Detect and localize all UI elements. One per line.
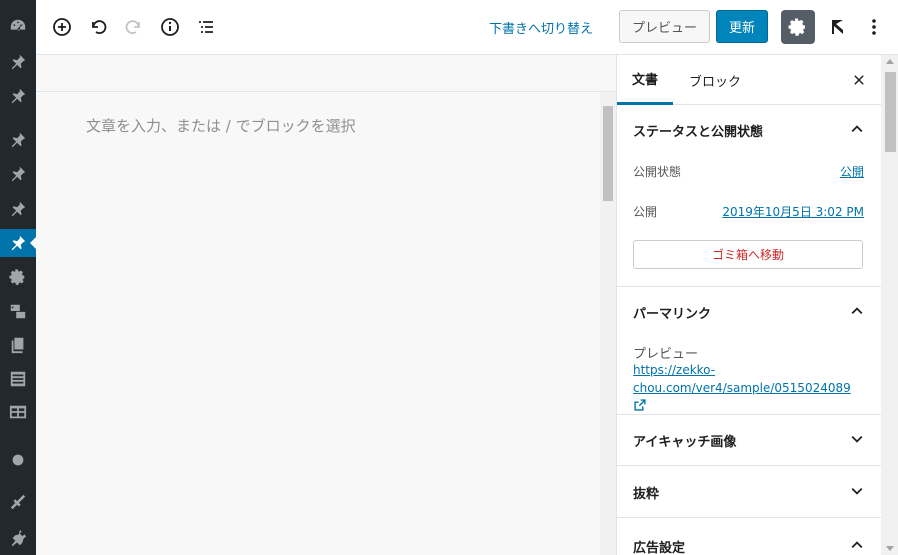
update-button[interactable]: 更新 — [716, 10, 768, 43]
permalink-url-link[interactable]: https://zekko-chou.com/ver4/sample/05150… — [633, 361, 863, 415]
divider — [617, 465, 881, 466]
publish-label: 公開 — [633, 205, 658, 219]
pin-icon[interactable] — [0, 195, 36, 223]
panel-title: 抜粋 — [633, 487, 660, 502]
panel-title: 広告設定 — [633, 541, 686, 555]
permalink-preview-label: プレビュー — [633, 347, 699, 362]
move-to-trash-button[interactable]: ゴミ箱へ移動 — [633, 240, 863, 269]
divider — [617, 517, 881, 518]
visibility-link[interactable]: 公開 — [840, 163, 864, 180]
pin-icon[interactable] — [0, 229, 36, 257]
divider — [617, 414, 881, 415]
tab-document[interactable]: 文書 — [617, 55, 673, 105]
sidebar-tabs: 文書 ブロック — [617, 55, 881, 105]
settings-sidebar: 文書 ブロック ステータスと公開状態 公開状態 公開 公開 2019年10月5日… — [616, 55, 898, 555]
pin-icon[interactable] — [0, 160, 36, 188]
media-icon[interactable] — [0, 297, 36, 325]
chevron-up-icon — [851, 125, 863, 133]
plugin-sidebar-icon[interactable] — [826, 15, 850, 39]
pin-icon[interactable] — [0, 126, 36, 154]
publish-date-link[interactable]: 2019年10月5日 3:02 PM — [722, 203, 864, 220]
panel-title: パーマリンク — [633, 307, 712, 322]
editor-toolbar: 下書きへ切り替え プレビュー 更新 — [36, 0, 898, 55]
sidebar-scrollbar[interactable] — [881, 55, 898, 555]
list-icon[interactable] — [0, 365, 36, 393]
switch-to-draft-link[interactable]: 下書きへ切り替え — [489, 18, 593, 37]
tools-icon[interactable] — [0, 488, 36, 516]
editor-canvas: 文章を入力、または / でブロックを選択 — [36, 55, 616, 555]
scrollbar-thumb[interactable] — [885, 72, 896, 152]
external-link-icon — [634, 399, 646, 411]
gear-icon[interactable] — [0, 263, 36, 291]
panel-featured-image-header[interactable]: アイキャッチ画像 — [633, 431, 865, 451]
scroll-down-icon[interactable] — [886, 546, 894, 551]
pages-icon[interactable] — [0, 331, 36, 359]
admin-menu — [0, 0, 36, 555]
scrollbar-thumb[interactable] — [603, 106, 613, 201]
editor-scrollbar[interactable] — [600, 92, 616, 555]
chevron-down-icon — [851, 435, 863, 443]
add-block-icon[interactable] — [50, 15, 74, 39]
panel-ad-settings-header[interactable]: 広告設定 — [633, 537, 865, 555]
panel-status-header[interactable]: ステータスと公開状態 — [633, 121, 865, 141]
permalink-url: https://zekko-chou.com/ver4/sample/05150… — [633, 363, 851, 395]
close-icon[interactable] — [849, 70, 869, 90]
info-icon[interactable] — [158, 15, 182, 39]
panel-excerpt-header[interactable]: 抜粋 — [633, 483, 865, 503]
chevron-up-icon — [851, 307, 863, 315]
block-navigation-icon[interactable] — [194, 15, 218, 39]
table-icon[interactable] — [0, 398, 36, 426]
circle-icon[interactable] — [0, 446, 36, 474]
tab-block[interactable]: ブロック — [677, 55, 753, 105]
divider — [36, 91, 616, 92]
preview-button[interactable]: プレビュー — [619, 10, 710, 43]
scroll-up-icon[interactable] — [886, 59, 894, 64]
settings-button[interactable] — [781, 10, 815, 44]
panel-permalink-header[interactable]: パーマリンク — [633, 303, 865, 323]
undo-icon[interactable] — [86, 15, 110, 39]
chevron-up-icon — [851, 541, 863, 549]
chevron-down-icon — [851, 487, 863, 495]
visibility-label: 公開状態 — [633, 165, 682, 179]
gear-icon — [788, 18, 805, 36]
plugin-icon[interactable] — [0, 524, 36, 552]
dashboard-icon[interactable] — [0, 12, 36, 40]
panel-title: ステータスと公開状態 — [633, 125, 764, 140]
more-options-icon[interactable] — [862, 15, 886, 39]
divider — [617, 286, 881, 287]
redo-icon[interactable] — [122, 15, 146, 39]
pin-icon[interactable] — [0, 82, 36, 110]
block-placeholder[interactable]: 文章を入力、または / でブロックを選択 — [86, 115, 356, 136]
panel-title: アイキャッチ画像 — [633, 435, 737, 450]
pin-icon[interactable] — [0, 48, 36, 76]
